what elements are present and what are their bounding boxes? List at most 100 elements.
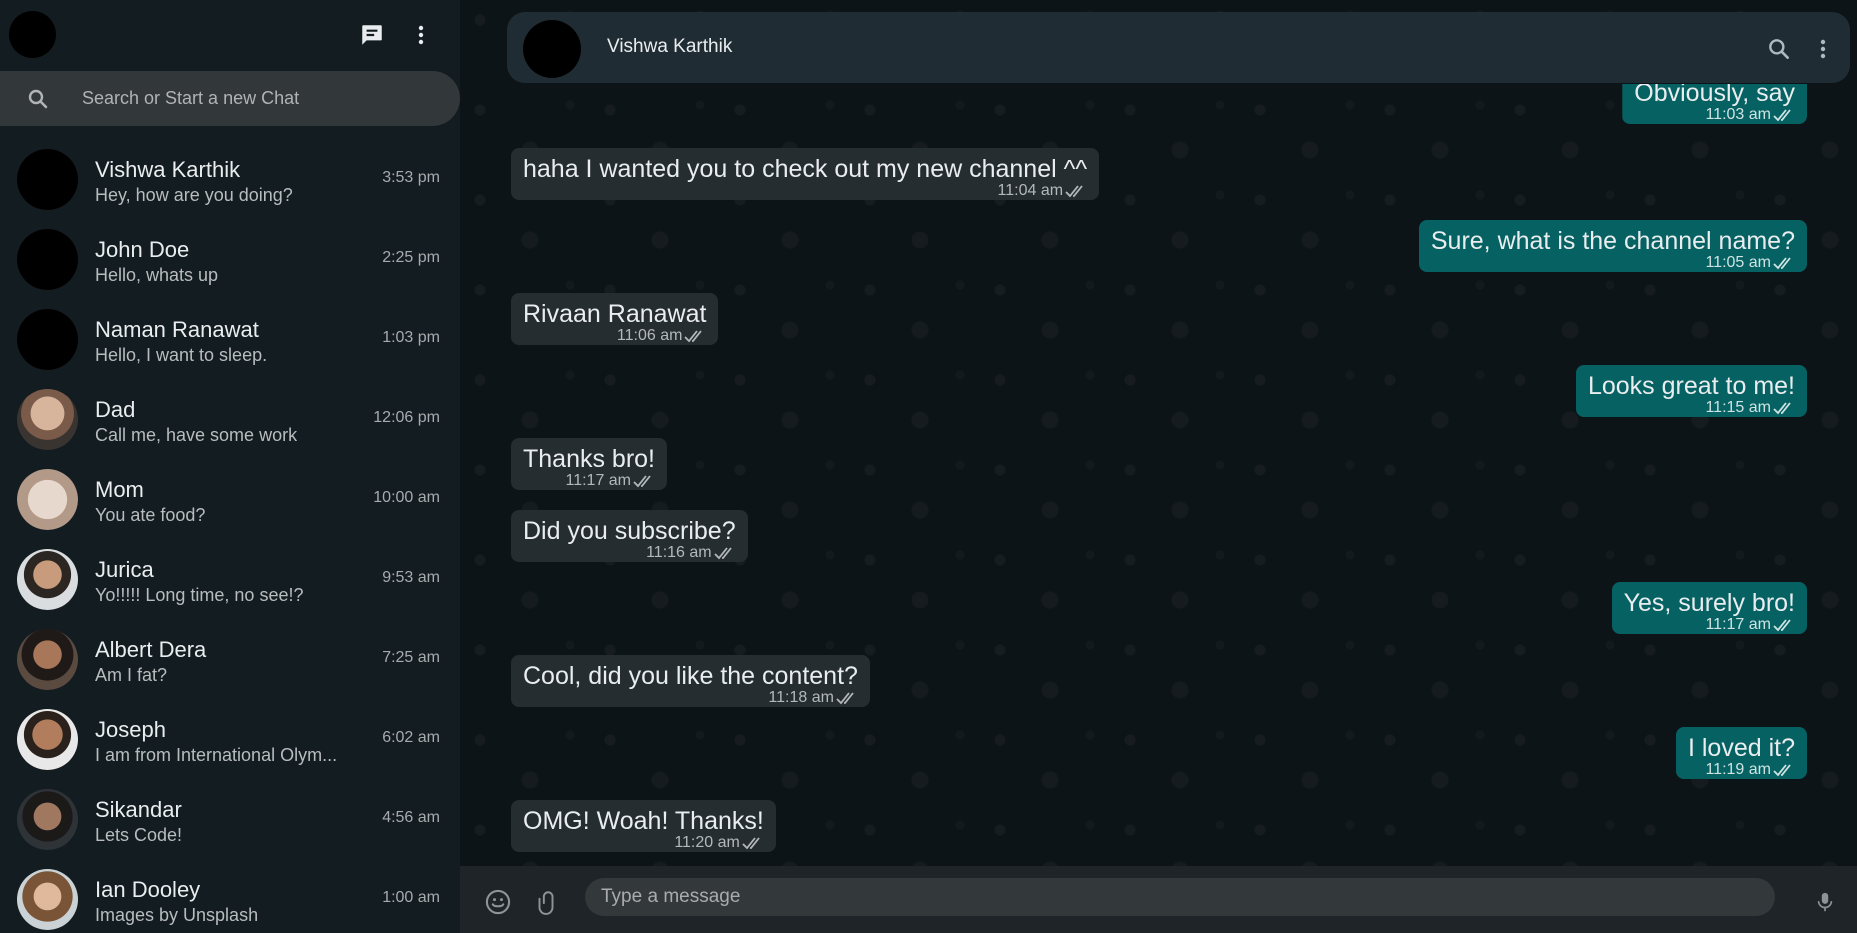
chat-header: Vishwa Karthik xyxy=(507,12,1850,83)
message-meta: 11:06 am xyxy=(523,327,706,345)
message-time: 11:16 am xyxy=(646,544,712,561)
message-meta: 11:16 am xyxy=(523,544,736,562)
chat-preview: Am I fat? xyxy=(95,665,168,685)
outgoing-message[interactable]: Yes, surely bro! 11:17 am xyxy=(1611,582,1807,634)
attach-icon[interactable] xyxy=(530,886,562,918)
message-text: Thanks bro! xyxy=(523,445,656,473)
chat-time: 9:53 am xyxy=(382,569,440,586)
chat-list-item[interactable]: Mom You ate food? 10:00 am xyxy=(0,459,460,539)
outgoing-message[interactable]: I loved it? 11:19 am xyxy=(1675,727,1807,779)
incoming-message[interactable]: Thanks bro! 11:17 am xyxy=(511,438,668,490)
avatar xyxy=(17,229,78,290)
chat-list-item[interactable]: John Doe Hello, whats up 2:25 pm xyxy=(0,219,460,299)
contact-avatar[interactable] xyxy=(523,20,581,78)
chat-preview: Call me, have some work xyxy=(95,425,298,445)
message-meta: 11:15 am xyxy=(1588,399,1795,417)
double-tick-icon xyxy=(1065,185,1083,198)
message-time: 11:19 am xyxy=(1705,761,1771,778)
avatar xyxy=(17,149,78,210)
conversation-panel: Obviously, say 11:03 am haha I wanted you … xyxy=(460,0,1857,933)
double-tick-icon xyxy=(1773,619,1791,632)
chat-name: Ian Dooley xyxy=(95,877,201,902)
compose-bar xyxy=(460,866,1857,933)
chat-list-item[interactable]: Ian Dooley Images by Unsplash 1:00 am xyxy=(0,859,460,933)
chat-time: 4:56 am xyxy=(382,809,440,826)
chat-list-item[interactable]: Sikandar Lets Code! 4:56 am xyxy=(0,779,460,859)
message-meta: 11:19 am xyxy=(1688,761,1795,779)
incoming-message[interactable]: Cool, did you like the content? 11:18 am xyxy=(511,655,870,707)
search-icon[interactable] xyxy=(1764,34,1794,64)
double-tick-icon xyxy=(836,692,854,705)
sidebar: Vishwa Karthik Hey, how are you doing? 3:5… xyxy=(0,0,460,933)
message-time: 11:03 am xyxy=(1705,106,1771,123)
search-input[interactable] xyxy=(82,71,442,126)
chat-name: Vishwa Karthik xyxy=(95,157,241,182)
message-text: I loved it? xyxy=(1687,734,1795,762)
chat-time: 7:25 am xyxy=(382,649,440,666)
double-tick-icon xyxy=(713,547,732,560)
chat-preview: You ate food? xyxy=(95,505,206,525)
message-text: Rivaan Ranawat xyxy=(523,300,707,328)
double-tick-icon xyxy=(684,330,703,343)
message-meta: 11:20 am xyxy=(523,834,764,852)
message-time: 11:17 am xyxy=(1705,616,1771,633)
menu-icon[interactable] xyxy=(1808,34,1838,64)
double-tick-icon xyxy=(633,475,651,488)
message-text: OMG! Woah! Thanks! xyxy=(523,807,764,835)
menu-icon[interactable] xyxy=(404,18,438,52)
chat-preview: Yo!!!!! Long time, no see!? xyxy=(95,585,304,605)
message-meta: 11:03 am xyxy=(1634,106,1795,124)
mic-icon[interactable] xyxy=(1809,886,1841,918)
message-time: 11:04 am xyxy=(997,182,1064,199)
message-time: 11:05 am xyxy=(1705,254,1771,271)
double-tick-icon xyxy=(1773,257,1791,270)
chat-time: 1:00 am xyxy=(382,889,440,906)
chat-list-item[interactable]: Albert Dera Am I fat? 7:25 am xyxy=(0,619,460,699)
my-avatar[interactable] xyxy=(9,11,56,58)
double-tick-icon xyxy=(1773,402,1791,415)
chat-time: 2:25 pm xyxy=(382,249,440,266)
double-tick-icon xyxy=(1773,109,1791,122)
incoming-message[interactable]: Did you subscribe? 11:16 am xyxy=(511,510,748,562)
chat-list-item[interactable]: Naman Ranawat Hello, I want to sleep. 1:03… xyxy=(0,299,460,379)
message-text: Did you subscribe? xyxy=(523,517,736,545)
chat-time: 6:02 am xyxy=(382,729,440,746)
double-tick-icon xyxy=(742,837,760,850)
message-time: 11:06 am xyxy=(616,327,683,344)
search-icon xyxy=(26,87,50,111)
chat-time: 1:03 pm xyxy=(382,329,440,346)
message-meta: 11:18 am xyxy=(523,689,858,707)
message-list: Obviously, say 11:03 am haha I wanted you … xyxy=(460,0,1857,865)
avatar xyxy=(17,549,78,610)
sidebar-header xyxy=(0,0,460,70)
chat-preview: Images by Unsplash xyxy=(95,905,259,925)
avatar xyxy=(17,629,78,690)
message-text: Sure, what is the channel name? xyxy=(1430,227,1795,255)
message-meta: 11:04 am xyxy=(523,182,1087,200)
incoming-message[interactable]: haha I wanted you to check out my new ch… xyxy=(511,148,1100,200)
chat-list-item[interactable]: Joseph I am from International Olym... 6:0… xyxy=(0,699,460,779)
search-bar xyxy=(0,71,460,126)
chat-name: Albert Dera xyxy=(95,637,207,662)
chat-list-item[interactable]: Vishwa Karthik Hey, how are you doing? 3:5… xyxy=(0,139,460,219)
new-chat-icon[interactable] xyxy=(355,18,389,52)
message-time: 11:18 am xyxy=(768,689,834,706)
incoming-message[interactable]: Rivaan Ranawat 11:06 am xyxy=(511,293,719,345)
outgoing-message[interactable]: Looks great to me! 11:15 am xyxy=(1575,365,1807,417)
message-text: Looks great to me! xyxy=(1587,372,1795,400)
outgoing-message[interactable]: Sure, what is the channel name? 11:05 am xyxy=(1418,220,1807,272)
chat-preview: Hello, whats up xyxy=(95,265,219,285)
message-text: Cool, did you like the content? xyxy=(523,662,858,690)
emoji-icon[interactable] xyxy=(482,886,514,918)
avatar xyxy=(17,869,78,930)
chat-name: Sikandar xyxy=(95,797,182,822)
message-input[interactable] xyxy=(585,878,1775,916)
contact-name[interactable]: Vishwa Karthik xyxy=(607,36,732,58)
chat-name: John Doe xyxy=(95,237,190,262)
chat-preview: I am from International Olym... xyxy=(95,745,338,765)
chat-list-item[interactable]: Jurica Yo!!!!! Long time, no see!? 9:53 am xyxy=(0,539,460,619)
incoming-message[interactable]: OMG! Woah! Thanks! 11:20 am xyxy=(511,800,776,852)
chat-list-item[interactable]: Dad Call me, have some work 12:06 pm xyxy=(0,379,460,459)
chat-name: Jurica xyxy=(95,557,154,582)
chat-preview: Lets Code! xyxy=(95,825,183,845)
